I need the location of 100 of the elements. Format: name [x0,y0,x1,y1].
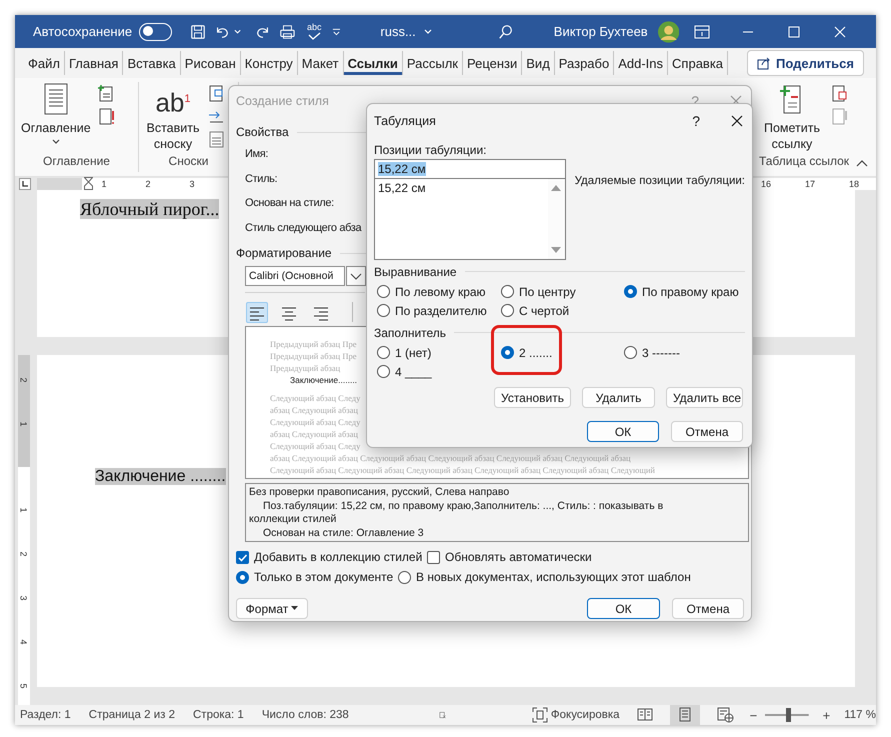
radio-button[interactable] [377,365,390,378]
preview-text: абзац Следующий абзац [270,428,358,440]
search-icon[interactable] [498,22,514,40]
radio-button[interactable] [377,285,390,298]
radio-button[interactable] [501,285,514,298]
radio-button[interactable] [398,570,411,584]
radio-button[interactable] [624,285,637,298]
ruler-number: 18 [848,178,860,188]
status-text: Строка: 1 [193,709,244,721]
radio-label[interactable]: По разделителю [395,304,487,318]
format-button[interactable]: Формат [236,598,308,619]
radio-label[interactable]: По правому краю [642,284,739,298]
ok-button[interactable]: ОК [587,421,659,442]
caret-icon [424,28,432,36]
ribbon-button[interactable]: Пометить ссылку [758,82,826,153]
align-left-button[interactable] [246,302,268,322]
section-heading: Выравнивание [374,264,457,278]
ruler-number: 17 [804,178,816,188]
cancel-button[interactable]: Отмена [672,598,744,619]
customize-icon[interactable] [332,26,340,36]
ribbon-tab[interactable]: Главная [64,51,124,75]
description-text: Поз.табуляции: 15,22 см, по правому краю,Заполнитель: ..., Стиль: : показывать в [262,500,664,513]
checkbox[interactable] [236,550,249,564]
document-name[interactable]: russ... [380,24,432,39]
field-label: Удаляемые позиции табуляции: [574,175,745,187]
radio-label[interactable]: По центру [519,284,576,298]
ruler-number: 1 [19,422,29,426]
focus-button[interactable]: Фокусировка [532,707,620,723]
insert-index-icon[interactable] [830,84,849,103]
view-button[interactable] [670,705,700,725]
ribbon-tab[interactable]: Вид [522,51,555,75]
ribbon-tab[interactable]: Разрабо [554,51,614,75]
help-button[interactable]: ? [688,113,704,129]
autosave-toggle[interactable] [139,22,172,40]
share-button[interactable]: Поделиться [746,50,864,76]
ribbon-tab[interactable]: Файл [24,51,65,75]
radio-button[interactable] [624,346,637,359]
checkbox-label[interactable]: Добавить в коллекцию стилей [254,550,422,564]
checkbox-label[interactable]: Обновлять автоматически [445,550,592,564]
status-text: Страница 2 из 2 [88,709,175,721]
close-icon[interactable] [730,114,744,128]
ribbon-tab[interactable]: Рассылк [402,51,463,75]
ruler-number: 3 [188,178,196,188]
list-item[interactable]: 15,22 см [378,181,545,195]
tab-stop-list[interactable]: 15,22 см [374,179,566,260]
ribbon-tab[interactable]: Вставка [123,51,181,75]
radio-label[interactable]: 4 ____ [395,364,432,378]
ribbon-button[interactable]: Оглавление [19,82,93,147]
radio-label[interactable]: 3 ------- [642,346,680,360]
ruler-number: 1 [19,508,29,512]
avatar[interactable] [658,20,680,44]
radio-button[interactable] [236,570,249,584]
clear-all-button[interactable]: Удалить все [666,387,743,408]
indent-marker-icon[interactable] [84,176,93,190]
input-field[interactable]: 15,22 см [374,159,566,179]
radio-button[interactable] [501,346,514,359]
tab-selector-icon[interactable] [19,178,31,190]
collapse-icon[interactable] [856,160,868,168]
ruler-number: 4 [19,640,29,644]
clear-button[interactable]: Удалить [582,387,655,408]
radio-button[interactable] [377,346,390,359]
ribbon-button[interactable]: ab$^{1}$ Вставить сноску [143,82,203,153]
update-table-icon[interactable] [96,107,116,126]
ribbon-tab[interactable]: Справка [668,51,728,75]
save-icon[interactable] [190,22,206,40]
document-text: Заключение ........ [95,468,226,485]
font-dropdown[interactable]: Calibri (Основной [245,266,345,286]
radio-label[interactable]: Только в этом документе [254,570,394,584]
zoom-out-button[interactable]: − [746,708,762,722]
radio-label[interactable]: 2 ....... [519,346,552,360]
preview-text: абзац Следующий абзац Следующий абзац Следующий абзац Следующий абзац Следующий абзац [270,452,631,464]
ribbon-tab[interactable]: Макет [298,51,344,75]
slider-thumb[interactable] [786,708,792,722]
ribbon-tab[interactable]: Add-Ins [614,51,668,75]
field-label: Позиции табуляции: [374,142,488,158]
show-notes-icon[interactable] [207,130,226,149]
section-heading: Заполнитель [374,326,446,340]
description-text: коллекции стилей [249,513,336,526]
radio-button[interactable] [501,304,514,317]
ok-button[interactable]: ОК [587,598,660,619]
document-text: Яблочный пирог... [80,199,220,219]
radio-label[interactable]: В новых документах, использующих этот шаблон [416,570,691,584]
checkbox[interactable] [427,550,440,564]
ribbon-tab[interactable]: Рисован [180,51,241,75]
radio-label[interactable]: С чертой [519,304,570,318]
printer-icon[interactable] [279,22,297,40]
zoom-in-button[interactable]: + [818,708,834,722]
scroll-down-icon[interactable] [551,247,562,254]
ribbon-tab[interactable]: Ссылки [344,51,403,75]
preview-text: Заключение........ [290,374,358,386]
radio-button[interactable] [377,304,390,317]
cancel-button[interactable]: Отмена [671,421,743,442]
ribbon-tab[interactable]: Рецензи [463,51,522,75]
radio-label[interactable]: 1 (нет) [395,346,432,360]
caret-icon[interactable] [234,28,242,36]
ribbon-tab[interactable]: Констру [240,51,298,75]
dropdown-button[interactable] [346,266,366,286]
radio-label[interactable]: По левому краю [395,284,486,298]
preview-text: Следующий абзац Следующий абзац Следующий абзац Следующий абзац Следующий абзац Следующий [270,464,655,476]
set-button[interactable]: Установить [494,387,571,408]
